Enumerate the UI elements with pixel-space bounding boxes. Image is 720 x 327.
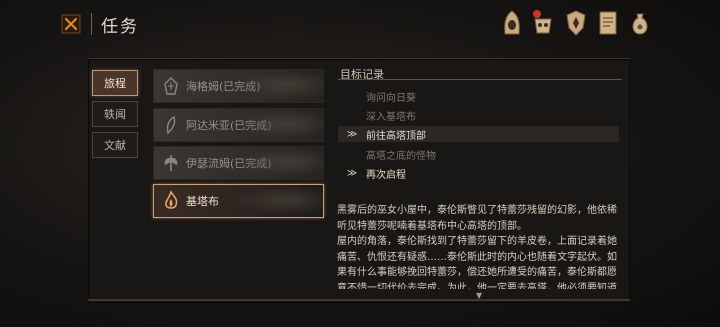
tab-literature[interactable]: 文献 bbox=[92, 132, 138, 158]
helm-rune-icon bbox=[158, 73, 184, 99]
panel-bottom-edge bbox=[88, 299, 630, 301]
hood-mask-icon[interactable] bbox=[498, 8, 526, 38]
objectives-divider bbox=[338, 79, 622, 80]
objective-item: 高塔之底的怪物 bbox=[366, 150, 436, 162]
objective-item: 深入基塔布 bbox=[366, 111, 416, 123]
close-icon bbox=[61, 14, 81, 34]
page-title: 任务 bbox=[101, 17, 139, 37]
journal-icon[interactable] bbox=[594, 8, 622, 38]
current-objective-icon: ≫ bbox=[346, 167, 358, 179]
objective-item: 询问向日葵 bbox=[366, 92, 416, 104]
quest-banner-art bbox=[233, 109, 323, 139]
quest-item-haigemu[interactable]: 海格姆(已完成) bbox=[153, 69, 324, 103]
header-divider bbox=[91, 13, 92, 35]
quest-item-yiseliumu[interactable]: 伊瑟流姆(已完成) bbox=[153, 146, 324, 180]
description-paragraph: 黑雾后的巫女小屋中，泰伦斯瞥见了特蕾莎残留的幻影，他依稀听见特蕾莎呢喃着基塔布中… bbox=[337, 205, 617, 232]
quest-banner-art bbox=[233, 185, 323, 215]
quest-label: 基塔布 bbox=[186, 195, 219, 208]
close-button[interactable] bbox=[58, 12, 84, 36]
current-objective-icon: ≫ bbox=[346, 128, 358, 140]
quest-banner-art bbox=[233, 70, 323, 100]
feather-icon bbox=[158, 112, 184, 138]
header: 任务 bbox=[0, 0, 720, 46]
quest-banner-art bbox=[233, 147, 323, 177]
quest-item-jitabu[interactable]: 基塔布 bbox=[153, 184, 324, 218]
scroll-down-icon[interactable]: ▼ bbox=[476, 291, 482, 300]
shield-crest-icon[interactable] bbox=[562, 8, 590, 38]
skull-gear-icon[interactable] bbox=[529, 8, 557, 38]
description-paragraph: 屋内的角落，泰伦斯找到了特蕾莎留下的羊皮卷，上面记录着她痛苦、仇恨还有疑惑……泰… bbox=[337, 236, 617, 289]
objective-item-current: ≫ 前往高塔顶部 bbox=[338, 126, 619, 142]
flame-icon bbox=[158, 188, 184, 214]
quest-description[interactable]: 黑雾后的巫女小屋中，泰伦斯瞥见了特蕾莎残留的幻影，他依稀听见特蕾莎呢喃着基塔布中… bbox=[337, 203, 622, 289]
pouch-icon[interactable] bbox=[626, 8, 654, 38]
objective-item-current: ≫ 再次启程 bbox=[338, 165, 619, 181]
axe-icon bbox=[158, 150, 184, 176]
tab-journey[interactable]: 旅程 bbox=[92, 70, 138, 96]
tab-anecdotes[interactable]: 轶闻 bbox=[92, 101, 138, 127]
quest-item-adamiya[interactable]: 阿达米亚(已完成) bbox=[153, 108, 324, 142]
